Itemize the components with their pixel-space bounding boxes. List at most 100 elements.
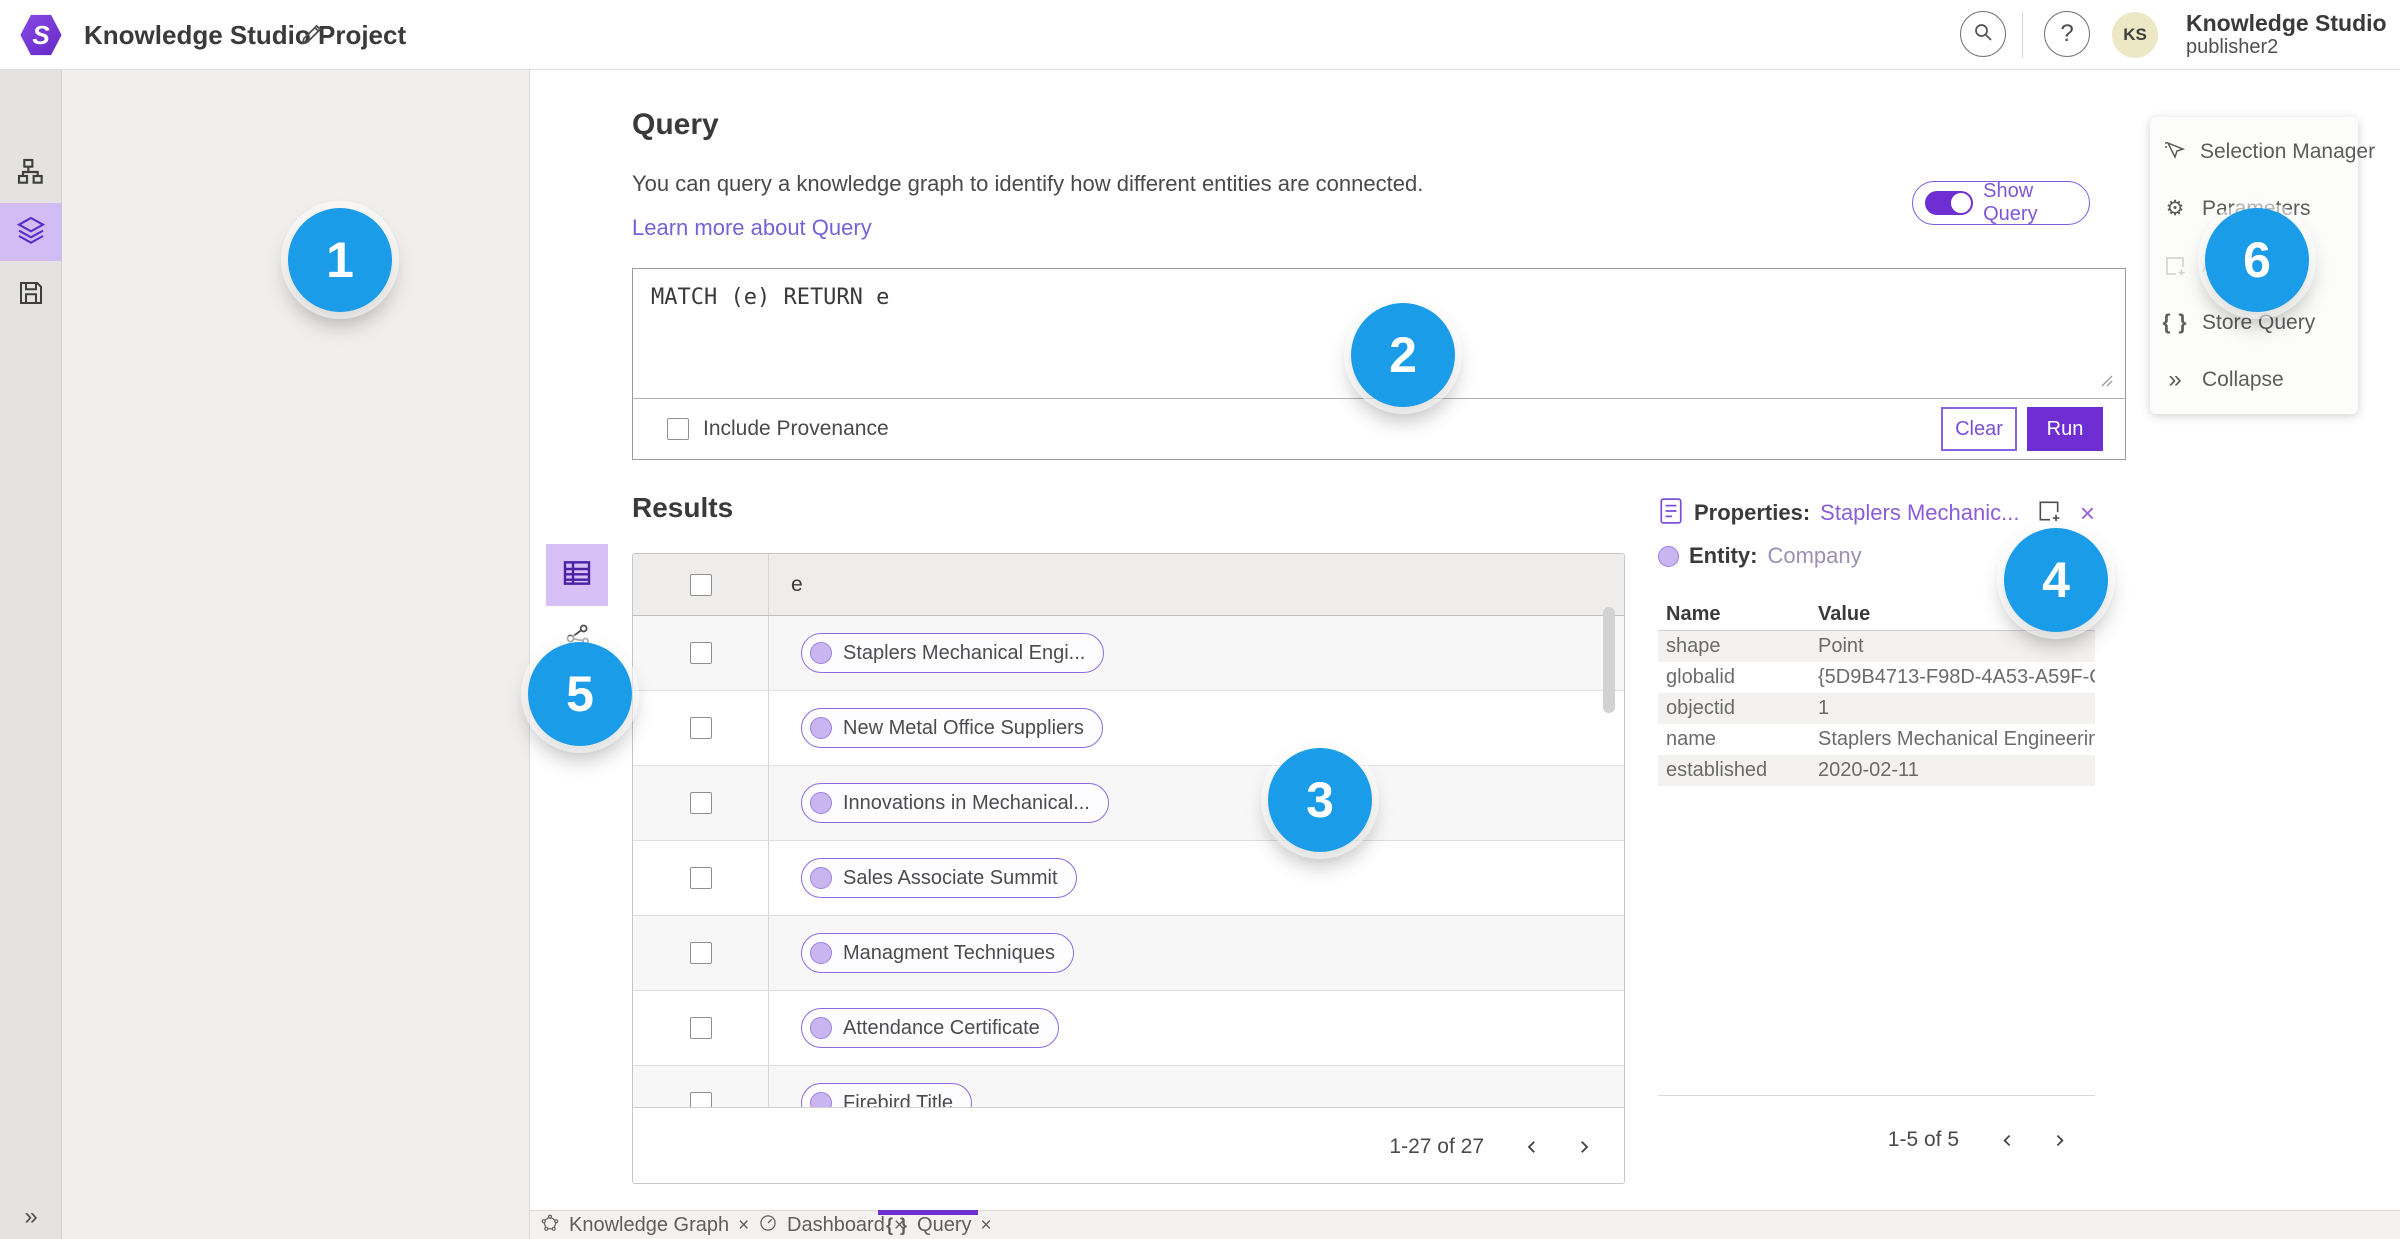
knowledge-graph-icon <box>540 1213 560 1239</box>
entity-chip-label: Staplers Mechanical Engi... <box>843 641 1086 664</box>
table-row[interactable]: Sales Associate Summit <box>633 841 1624 916</box>
property-row: globalid {5D9B4713-F98D-4A53-A59F-C11... <box>1658 662 2095 693</box>
app-logo-icon[interactable]: S <box>20 14 62 56</box>
entity-chip-label: Managment Techniques <box>843 941 1055 964</box>
entity-chip-label: Sales Associate Summit <box>843 866 1058 889</box>
show-query-toggle[interactable]: Show Query <box>1912 180 2090 225</box>
entity-chip[interactable]: Sales Associate Summit <box>801 858 1077 898</box>
annotation-circle-2: 2 <box>1351 303 1455 407</box>
include-provenance-label: Include Provenance <box>703 417 889 440</box>
annotation-circle-1: 1 <box>288 208 392 312</box>
entity-chip[interactable]: Innovations in Mechanical... <box>801 783 1109 823</box>
properties-label: Properties: <box>1694 500 1811 525</box>
row-checkbox[interactable] <box>689 942 712 964</box>
resize-handle-icon[interactable] <box>2098 372 2114 393</box>
tab-query[interactable]: { } Query × <box>886 1211 992 1239</box>
results-table-header: e <box>633 554 1624 616</box>
entity-dot-icon <box>810 717 832 739</box>
user-block[interactable]: Knowledge Studio publisher2 <box>2186 10 2387 58</box>
table-icon <box>561 557 593 594</box>
table-row[interactable]: Managment Techniques <box>633 916 1624 991</box>
avatar-initials: KS <box>2123 25 2147 44</box>
dashboard-gauge-icon <box>758 1213 778 1239</box>
entity-chip[interactable]: Staplers Mechanical Engi... <box>801 633 1105 673</box>
entity-dot-icon <box>1658 545 1679 567</box>
rail-hierarchy-button[interactable] <box>0 145 62 203</box>
table-row[interactable]: Firebird Title <box>633 1066 1624 1107</box>
collapse-icon: » <box>2168 365 2182 393</box>
learn-more-link[interactable]: Learn more about Query <box>632 215 872 241</box>
table-row[interactable]: Staplers Mechanical Engi... <box>633 616 1624 691</box>
select-all-checkbox[interactable] <box>689 573 712 596</box>
top-bar: S Knowledge Studio Project ? KS Knowledg… <box>0 0 2400 70</box>
selection-cursor-icon <box>2162 140 2186 164</box>
entity-chip[interactable]: Attendance Certificate <box>801 1008 1059 1048</box>
tab-label: Knowledge Graph <box>569 1214 730 1236</box>
close-tab-icon[interactable]: × <box>980 1215 991 1237</box>
entity-chip-label: Attendance Certificate <box>843 1016 1040 1039</box>
menu-item-selection-manager[interactable]: Selection Manager <box>2150 123 2375 180</box>
search-button[interactable] <box>1960 11 2006 57</box>
properties-prev-page-button[interactable] <box>1987 1120 2027 1160</box>
entity-chip-label: New Metal Office Suppliers <box>843 716 1084 739</box>
entity-dot-icon <box>810 1017 832 1039</box>
results-table-card: e Staplers Mechanical Engi... New Metal … <box>632 553 1625 1184</box>
results-pagination: 1-27 of 27 <box>633 1107 1624 1183</box>
annotation-circle-3: 3 <box>1268 748 1372 852</box>
properties-close-icon[interactable]: × <box>2080 500 2095 526</box>
help-button[interactable]: ? <box>2044 11 2090 57</box>
properties-table: Name Value shape Point globalid {5D9B471… <box>1658 599 2095 786</box>
row-checkbox[interactable] <box>689 792 712 814</box>
page-title: Query <box>632 108 719 141</box>
query-description: You can query a knowledge graph to ident… <box>632 171 1424 196</box>
close-tab-icon[interactable]: × <box>738 1215 749 1237</box>
entity-dot-icon <box>810 867 832 889</box>
include-provenance-checkbox[interactable] <box>667 418 689 440</box>
properties-next-page-button[interactable] <box>2039 1120 2079 1160</box>
rail-save-button[interactable] <box>0 266 62 324</box>
run-button[interactable]: Run <box>2027 407 2103 451</box>
properties-entity-link[interactable]: Staplers Mechanic... <box>1820 500 2019 526</box>
braces-icon: { } <box>886 1215 909 1235</box>
row-checkbox[interactable] <box>689 717 712 739</box>
toggle-track[interactable] <box>1925 191 1974 215</box>
table-row[interactable]: Innovations in Mechanical... <box>633 766 1624 841</box>
project-title: Knowledge Studio Project <box>84 20 407 50</box>
layers-icon <box>15 214 47 251</box>
tab-dashboard[interactable]: Dashboard × <box>758 1211 905 1239</box>
menu-item-collapse[interactable]: » Collapse <box>2150 351 2358 408</box>
entity-chip[interactable]: Firebird Title <box>801 1083 973 1107</box>
table-view-button[interactable] <box>546 544 608 606</box>
row-checkbox[interactable] <box>689 1017 712 1039</box>
results-next-page-button[interactable] <box>1564 1127 1604 1167</box>
results-prev-page-button[interactable] <box>1512 1127 1552 1167</box>
row-checkbox[interactable] <box>689 642 712 664</box>
table-row[interactable]: New Metal Office Suppliers <box>633 691 1624 766</box>
entity-type: Company <box>1767 543 1862 568</box>
results-scrollbar[interactable] <box>1603 607 1615 713</box>
left-rail: » <box>0 70 62 1239</box>
show-query-label: Show Query <box>1983 180 2038 225</box>
row-checkbox[interactable] <box>689 867 712 889</box>
add-to-selection-icon[interactable] <box>2036 498 2062 529</box>
rail-layers-button[interactable] <box>0 203 62 261</box>
entity-chip[interactable]: Managment Techniques <box>801 933 1074 973</box>
properties-header: Properties: Staplers Mechanic... × <box>1658 495 2095 531</box>
property-name: name <box>1666 728 1717 750</box>
clear-button[interactable]: Clear <box>1941 407 2017 451</box>
annotation-circle-5: 5 <box>528 642 632 746</box>
entity-dot-icon <box>810 792 832 814</box>
results-table-body[interactable]: Staplers Mechanical Engi... New Metal Of… <box>633 616 1624 1107</box>
property-row: name Staplers Mechanical Engineering <box>1658 724 2095 755</box>
row-checkbox[interactable] <box>689 1092 712 1107</box>
expand-rail-icon[interactable]: » <box>0 1203 62 1231</box>
avatar[interactable]: KS <box>2112 12 2158 58</box>
entity-chip[interactable]: New Metal Office Suppliers <box>801 708 1103 748</box>
table-row[interactable]: Attendance Certificate <box>633 991 1624 1066</box>
tab-label: Query <box>917 1214 972 1236</box>
entity-label: Entity: <box>1689 543 1758 568</box>
edit-title-icon[interactable] <box>298 20 326 48</box>
tab-knowledge-graph[interactable]: Knowledge Graph × <box>540 1211 749 1239</box>
entity-dot-icon <box>810 642 832 664</box>
menu-item-label: Selection Manager <box>2200 139 2376 163</box>
